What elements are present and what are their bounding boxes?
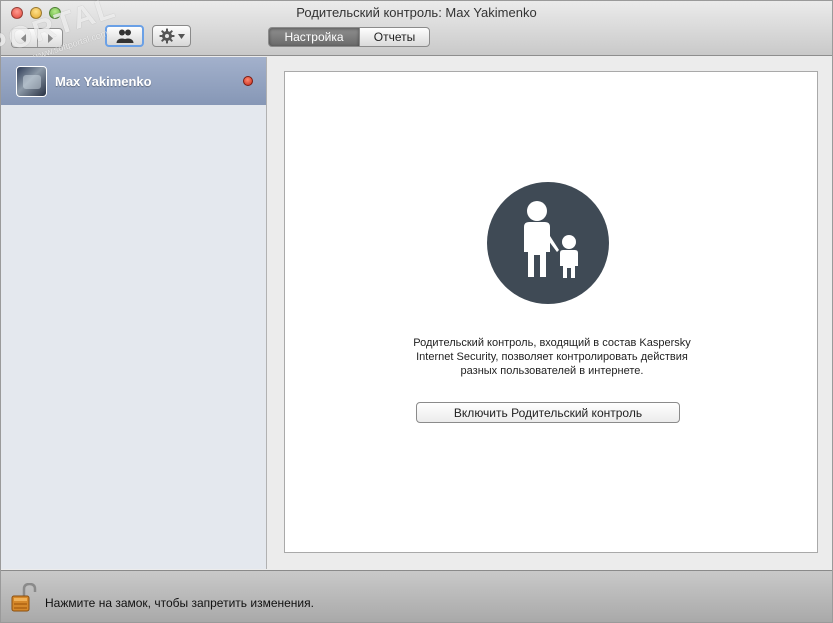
description-line: Internet Security, позволяет контролиров… xyxy=(416,351,688,363)
settings-menu-button[interactable] xyxy=(152,25,191,47)
user-name: Max Yakimenko xyxy=(55,74,152,89)
tab-settings[interactable]: Настройка xyxy=(268,27,360,47)
users-button[interactable] xyxy=(105,25,144,47)
settings-panel: Родительский контроль, входящий в состав… xyxy=(284,71,818,553)
avatar xyxy=(16,66,47,97)
chevron-right-icon xyxy=(47,33,53,43)
navigation-buttons xyxy=(11,28,63,48)
description-text: Родительский контроль, входящий в состав… xyxy=(365,336,739,378)
sidebar-user-list: Max Yakimenko xyxy=(1,57,267,569)
description-line: Родительский контроль, входящий в состав… xyxy=(413,337,691,349)
tab-reports[interactable]: Отчеты xyxy=(359,27,430,47)
back-button[interactable] xyxy=(12,29,37,47)
enable-parental-control-button[interactable]: Включить Родительский контроль xyxy=(416,402,680,423)
status-message: Нажмите на замок, чтобы запретить измене… xyxy=(45,596,314,610)
window-title: Родительский контроль: Max Yakimenko xyxy=(296,5,537,20)
unlocked-padlock-icon[interactable] xyxy=(11,583,37,613)
parent-child-icon xyxy=(487,182,609,304)
chevron-left-icon xyxy=(21,33,27,43)
sidebar-item-user[interactable]: Max Yakimenko xyxy=(1,57,266,105)
forward-button[interactable] xyxy=(36,29,63,47)
status-bar: Нажмите на замок, чтобы запретить измене… xyxy=(1,570,832,622)
chevron-down-icon xyxy=(177,33,185,39)
users-icon xyxy=(116,29,133,43)
gear-icon xyxy=(159,28,174,44)
description-line: разных пользователей в интернете. xyxy=(460,365,644,377)
app-window: Родительский контроль: Max Yakimenko Нас… xyxy=(0,0,833,623)
toolbar: Родительский контроль: Max Yakimenko Нас… xyxy=(1,1,832,56)
status-indicator xyxy=(243,76,253,86)
